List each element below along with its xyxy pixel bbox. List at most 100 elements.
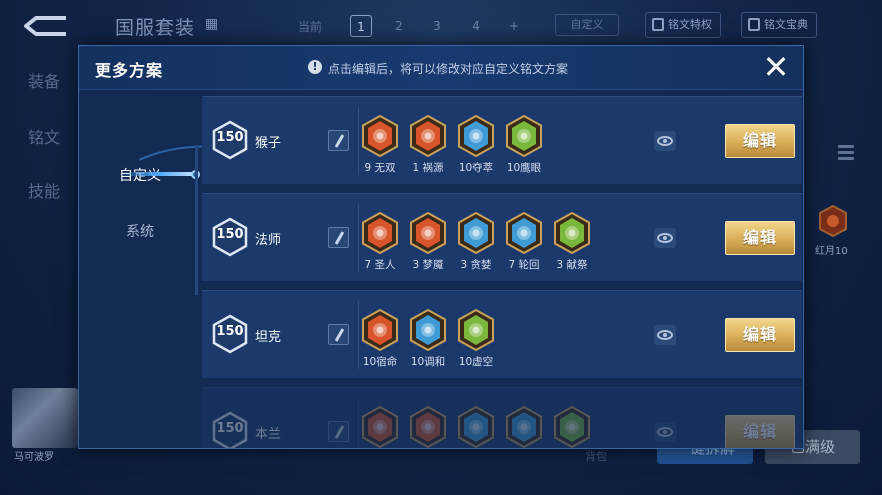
tab-system[interactable]: 系统 [79,214,201,250]
rune-label: 9 无双 [364,162,396,174]
rune-icon [458,115,494,157]
tab-custom[interactable]: 自定义 [79,158,201,194]
current-label: 当前 [298,20,323,34]
plan-name: 法师 [255,233,282,248]
page-add[interactable]: + [503,15,525,37]
bag-label: 背包 [585,450,607,463]
rune-label: 10虚空 [458,356,494,368]
rune-item [453,406,499,448]
dialog-header: 更多方案 ! 点击编辑后，将可以修改对应自定义铭文方案 ✕ [79,46,803,90]
info-text: 点击编辑后，将可以修改对应自定义铭文方案 [328,62,569,76]
rune-item [549,406,595,448]
rename-pencil-icon[interactable] [328,130,349,151]
edit-button[interactable]: 编辑 [725,124,795,158]
page-tab-1[interactable]: 1 [350,15,372,37]
side-item-skills[interactable]: 技能 [28,178,60,202]
background-title: 国服套装 [115,17,196,39]
preview-eye-icon[interactable] [654,422,676,442]
rune-icon [410,212,446,254]
rune-item [405,406,451,448]
rune-label: 3 贪婪 [460,259,492,271]
rune-icon [410,115,446,157]
grid-icon[interactable]: ▦ [205,16,221,32]
rune-item: 9 无双 [357,115,403,175]
plan-row[interactable]: 150 坦克 10宿命 10调和 10虚空 编辑 [202,290,802,378]
rune-icon [554,212,590,254]
page-tab-2[interactable]: 2 [388,15,410,37]
rune-icon [362,212,398,254]
rune-icon [458,309,494,351]
rune-label: 7 轮回 [508,259,540,271]
rune-privilege-button[interactable]: 铭文特权 [645,12,721,38]
rune-item: 3 贪婪 [453,212,499,272]
more-plans-dialog: 更多方案 ! 点击编辑后，将可以修改对应自定义铭文方案 ✕ 自定义 系统 150… [78,45,804,449]
page-tab-3[interactable]: 3 [426,15,448,37]
level-value: 150 [216,421,244,436]
rune-item: 7 圣人 [357,212,403,272]
rune-item: 3 梦魇 [405,212,451,272]
edit-button[interactable]: 编辑 [725,318,795,352]
plan-name: 本兰 [255,427,282,442]
custom-button[interactable]: 自定义 [555,14,619,36]
page-tab-4[interactable]: 4 [465,15,487,37]
rune-item: 7 轮回 [501,212,547,272]
rune-item: 10鹰眼 [501,115,547,175]
rune-item: 3 献祭 [549,212,595,272]
rune-icon [410,309,446,351]
tab-active-indicator [119,172,199,176]
level-badge: 150 [212,217,248,257]
side-item-runes[interactable]: 铭文 [28,124,60,148]
privilege-icon [652,18,664,31]
close-icon[interactable]: ✕ [759,51,793,84]
level-badge: 150 [212,314,248,354]
bg-rune-label: 红月10 [815,246,848,257]
edit-button[interactable]: 编辑 [725,415,795,448]
plan-row[interactable]: 150 本兰 编辑 [202,387,802,448]
rune-icon [506,406,542,448]
rune-icon [410,406,446,448]
dialog-sidebar: 自定义 系统 [79,90,315,448]
edit-button[interactable]: 编辑 [725,221,795,255]
rune-item [501,406,547,448]
rune-label: 10鹰眼 [506,162,542,174]
sidebar-scrollbar[interactable] [195,145,198,295]
rune-item: 10夺萃 [453,115,499,175]
rune-treasure-button[interactable]: 铭文宝典 [741,12,817,38]
plan-name: 坦克 [255,330,282,345]
level-badge: 150 [212,411,248,448]
rename-pencil-icon[interactable] [328,227,349,248]
side-item-equipment[interactable]: 装备 [28,68,60,92]
rename-pencil-icon[interactable] [328,421,349,442]
plan-row[interactable]: 150 猴子 9 无双 1 祸源 10夺萃 10鹰眼 编辑 [202,96,802,184]
rune-icon [362,406,398,448]
rune-label: 3 献祭 [556,259,588,271]
preview-eye-icon[interactable] [654,325,676,345]
rune-icon [506,115,542,157]
level-value: 150 [216,130,244,145]
level-badge: 150 [212,120,248,160]
rune-icon [506,212,542,254]
rune-icon [362,115,398,157]
rune-label: 3 梦魇 [412,259,444,271]
preview-eye-icon[interactable] [654,131,676,151]
menu-icon[interactable] [838,145,854,163]
bg-rune-icon [819,205,847,237]
rune-label: 10宿命 [362,356,398,368]
level-value: 150 [216,324,244,339]
rune-icon [554,406,590,448]
hero-avatar[interactable] [12,388,78,448]
rune-privilege-label: 铭文特权 [668,18,712,31]
rune-item [357,406,403,448]
plan-row[interactable]: 150 法师 7 圣人 3 梦魇 3 贪婪 7 轮回 3 献祭 编辑 [202,193,802,281]
rune-icon [362,309,398,351]
rename-pencil-icon[interactable] [328,324,349,345]
preview-eye-icon[interactable] [654,228,676,248]
plan-list[interactable]: 150 猴子 9 无双 1 祸源 10夺萃 10鹰眼 编辑 150 法师 7 圣人 3 梦魇 3 贪婪… [202,96,802,448]
dialog-title: 更多方案 [95,61,164,80]
rune-label: 7 圣人 [364,259,396,271]
info-icon: ! [308,60,322,74]
back-arrow-icon[interactable] [22,12,72,40]
plan-name: 猴子 [255,136,282,151]
rune-item: 1 祸源 [405,115,451,175]
hero-name: 马可波罗 [14,452,54,463]
